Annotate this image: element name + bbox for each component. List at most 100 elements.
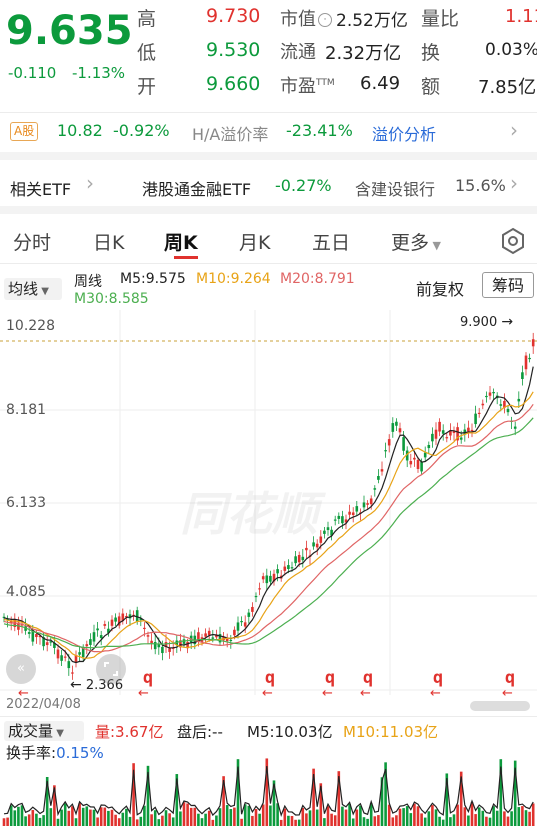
volume-bar <box>431 805 434 826</box>
candle-body <box>477 412 481 415</box>
tab-monthly[interactable]: 月K <box>239 228 270 255</box>
volume-bar <box>359 805 362 826</box>
candle-body <box>366 503 369 505</box>
candle-body <box>96 628 99 631</box>
volume-bar <box>168 813 171 826</box>
divider <box>0 152 537 160</box>
volume-bar <box>9 805 13 826</box>
candle-body <box>326 527 330 531</box>
scroll-back-icon[interactable]: « <box>6 654 36 684</box>
candle-body <box>441 430 445 434</box>
a-share-change: -0.92% <box>113 121 170 140</box>
watermark: 同花顺 <box>180 487 318 541</box>
candle-body <box>92 632 96 642</box>
candle-body <box>240 620 243 623</box>
candle-body <box>333 519 337 521</box>
tab-daily[interactable]: 日K <box>93 228 124 255</box>
volume-bar <box>485 816 488 826</box>
volume-bar <box>31 810 35 826</box>
volume-ma-line <box>3 765 534 817</box>
candle-body <box>380 469 384 472</box>
start-date: 2022/04/08 <box>6 697 81 712</box>
volume-bar <box>60 809 63 826</box>
volume-bar <box>99 807 103 826</box>
volume-bar <box>481 810 485 826</box>
etf-row[interactable]: 相关ETF › 港股通金融ETF -0.27% 含建设银行 15.6% › <box>0 162 537 204</box>
volume-bar <box>315 809 319 826</box>
volume-bar <box>366 818 369 826</box>
volume-bar <box>395 815 398 826</box>
event-marker[interactable]: q <box>356 668 380 688</box>
volume-bar <box>521 806 524 826</box>
candle-body <box>438 421 441 432</box>
candle-body <box>391 423 395 432</box>
volume-bar <box>117 818 121 826</box>
volume-bar <box>258 813 261 826</box>
chip-button[interactable]: 筹码 <box>482 272 534 298</box>
fullscreen-icon[interactable] <box>96 654 126 684</box>
volume-bar <box>456 804 459 826</box>
volume-bar <box>42 815 45 826</box>
candle-body <box>319 536 323 543</box>
info-icon[interactable]: · <box>318 13 332 27</box>
candle-body <box>499 404 503 406</box>
settings-icon[interactable] <box>498 226 528 256</box>
volume-bar <box>92 809 96 826</box>
volume-bar <box>121 812 125 826</box>
event-marker[interactable]: q <box>426 668 450 688</box>
event-marker[interactable]: q <box>258 668 282 688</box>
tab-more[interactable]: 更多 ▼ <box>391 228 441 255</box>
candle-body <box>459 437 463 440</box>
divider <box>0 716 537 717</box>
candle-body <box>351 512 355 516</box>
volume-bar <box>211 819 215 826</box>
indicator-selector[interactable]: 成交量 ▼ <box>4 721 84 741</box>
candle-body <box>492 391 495 394</box>
high-marker: 9.900 → <box>460 314 514 330</box>
volume-bar <box>510 811 513 826</box>
etf-name[interactable]: 港股通金融ETF <box>142 176 251 200</box>
volume-bar <box>247 805 251 826</box>
volume-bar <box>143 805 146 826</box>
vol-ratio-label: 量比 <box>421 8 460 30</box>
adjust-mode[interactable]: 前复权 <box>416 276 464 300</box>
volume-bar <box>96 817 99 826</box>
tab-weekly[interactable]: 周K <box>164 228 198 255</box>
event-marker[interactable]: q <box>498 668 522 688</box>
volume-bar <box>2 818 6 826</box>
volume-bar <box>125 808 128 826</box>
volume-bar <box>301 807 305 826</box>
ah-premium-row[interactable]: A股 10.82 -0.92% H/A溢价率 -23.41% 溢价分析 › <box>0 114 537 150</box>
chart-scrollbar[interactable] <box>470 701 530 711</box>
candle-body <box>488 392 492 396</box>
volume-bar <box>240 818 243 826</box>
y-axis-label: 10.228 <box>6 318 55 334</box>
y-axis-label: 6.133 <box>6 495 47 511</box>
candle-body <box>416 459 420 469</box>
event-marker[interactable]: q <box>136 668 160 688</box>
ma-period: 周线 <box>74 274 102 290</box>
tab-five-day[interactable]: 五日 <box>312 228 350 255</box>
ma-selector[interactable]: 均线 ▼ <box>4 278 62 300</box>
candle-body <box>420 461 423 472</box>
candle-body <box>78 652 81 655</box>
volume-bar <box>229 809 233 826</box>
volume-bar <box>517 807 521 826</box>
volume-bar <box>85 806 89 826</box>
volume-bar <box>89 809 92 826</box>
volume-bar <box>333 815 337 826</box>
volume-bar <box>254 809 258 826</box>
tab-intraday[interactable]: 分时 <box>13 228 51 255</box>
volume-bar <box>150 814 153 826</box>
premium-analysis-link[interactable]: 溢价分析 <box>372 121 436 145</box>
event-marker[interactable]: q <box>318 668 342 688</box>
vol-ma5-value: M5:10.03亿 <box>247 723 333 741</box>
active-tab-indicator <box>174 256 198 259</box>
candle-body <box>294 556 297 564</box>
candle-body <box>474 413 477 425</box>
candle-body <box>409 461 413 465</box>
volume-bar <box>330 813 333 826</box>
candle-body <box>290 567 294 569</box>
high-value: 9.730 <box>206 5 261 27</box>
volume-bar <box>362 817 366 826</box>
